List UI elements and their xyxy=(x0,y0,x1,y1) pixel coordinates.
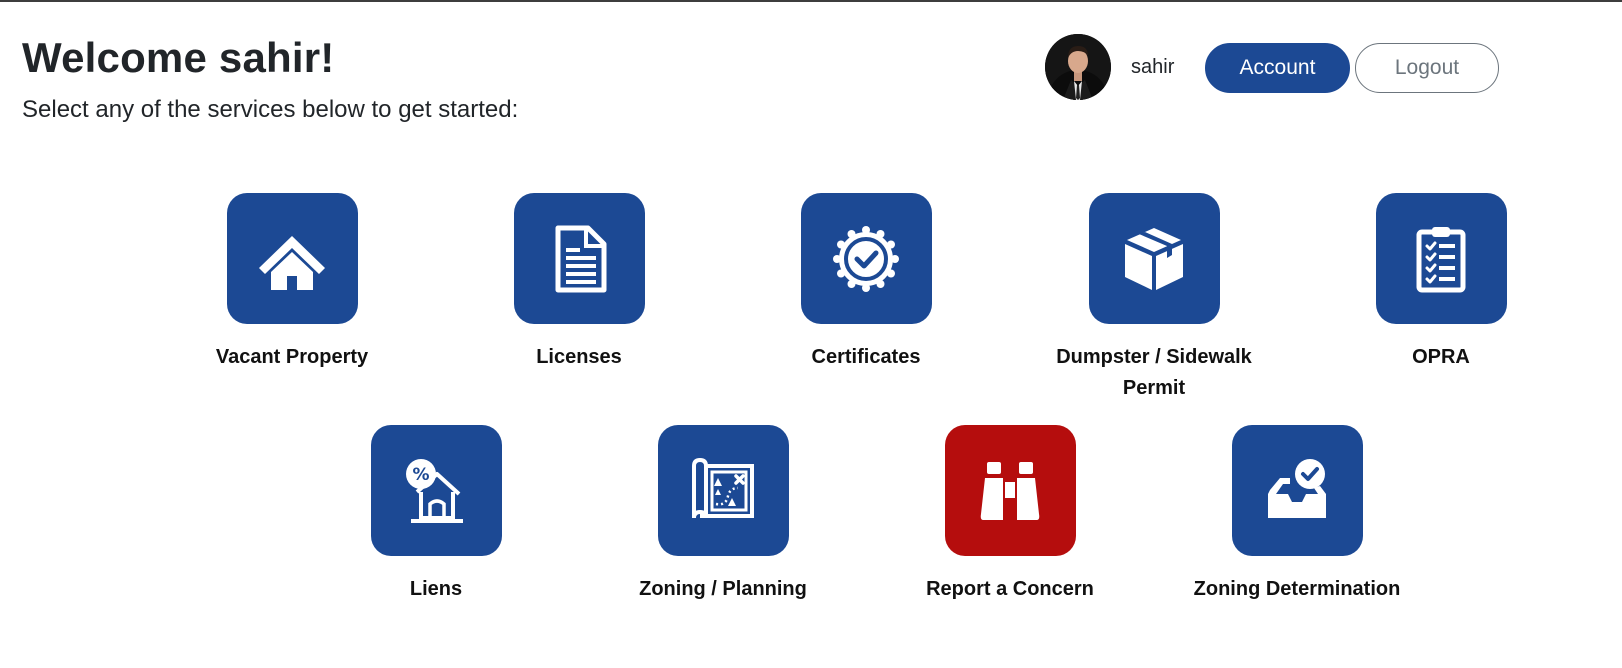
service-tile-opra[interactable]: OPRA xyxy=(1311,193,1571,373)
service-icon-box xyxy=(800,193,932,324)
house-percent-icon: % xyxy=(406,458,463,523)
service-icon-box xyxy=(944,425,1076,556)
service-label: Liens xyxy=(409,578,463,600)
service-tile-zoning-determination[interactable]: Zoning Determination xyxy=(1167,425,1427,605)
service-label: OPRA xyxy=(1412,346,1470,368)
avatar[interactable] xyxy=(1045,34,1111,100)
service-label: Zoning / Planning xyxy=(639,578,807,600)
service-tile-dumpster-sidewalk-permit[interactable]: Dumpster / Sidewalk Permit xyxy=(1024,193,1284,404)
service-label: Vacant Property xyxy=(215,346,369,368)
service-tile-vacant-property[interactable]: Vacant Property xyxy=(162,193,422,373)
service-tile-certificates[interactable]: Certificates xyxy=(736,193,996,373)
user-avatar-icon xyxy=(1045,34,1111,100)
map-icon xyxy=(692,457,754,518)
service-tile-licenses[interactable]: Licenses xyxy=(449,193,709,373)
service-label: Dumpster / Sidewalk Permit xyxy=(1056,346,1252,399)
logout-button[interactable]: Logout xyxy=(1355,43,1499,93)
page-subtitle: Select any of the services below to get … xyxy=(22,96,519,123)
service-tile-report-a-concern[interactable]: Report a Concern xyxy=(880,425,1140,605)
service-label: Licenses xyxy=(536,346,622,368)
service-icon-box xyxy=(1231,425,1363,556)
service-icon-box: % xyxy=(370,425,502,556)
binoculars-icon xyxy=(980,461,1040,520)
service-tile-liens[interactable]: % Liens xyxy=(306,425,566,605)
top-border xyxy=(0,0,1622,2)
house-icon xyxy=(259,235,325,290)
service-label: Zoning Determination xyxy=(1193,578,1401,600)
account-button[interactable]: Account xyxy=(1205,43,1350,93)
username: sahir xyxy=(1131,56,1175,78)
service-icon-box xyxy=(513,193,645,324)
service-label: Certificates xyxy=(811,346,921,368)
service-label: Report a Concern xyxy=(926,578,1094,600)
service-icon-box xyxy=(1375,193,1507,324)
service-icon-box xyxy=(226,193,358,324)
service-tile-zoning-planning[interactable]: Zoning / Planning xyxy=(593,425,853,605)
clipboard-checklist-icon xyxy=(1416,226,1466,292)
inbox-check-icon xyxy=(1268,458,1326,518)
service-icon-box xyxy=(657,425,789,556)
service-icon-box xyxy=(1088,193,1220,324)
certificate-badge-icon xyxy=(833,225,899,292)
box-icon xyxy=(1125,227,1183,290)
document-icon xyxy=(555,225,607,292)
page-title: Welcome sahir! xyxy=(22,34,335,81)
